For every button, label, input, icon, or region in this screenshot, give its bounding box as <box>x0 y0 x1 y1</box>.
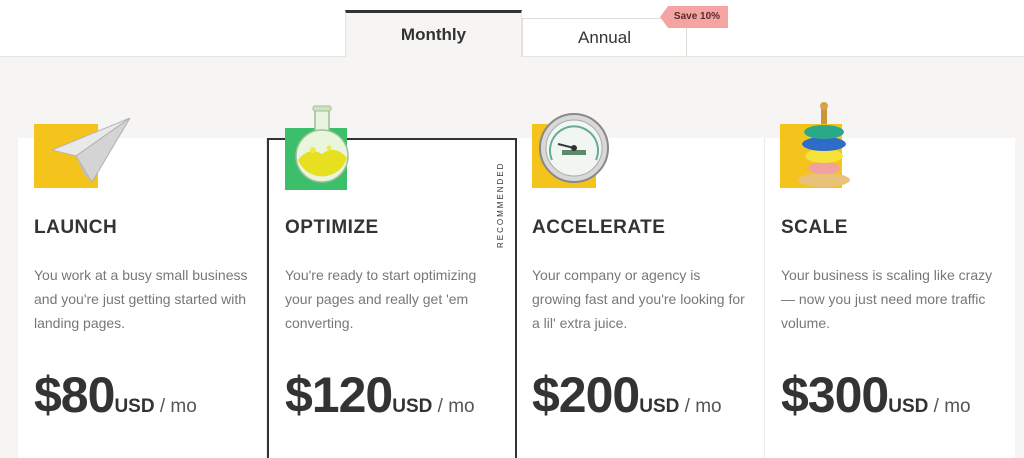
price-currency: USD <box>392 396 433 417</box>
price-currency: USD <box>888 396 929 417</box>
plan-title: ACCELERATE <box>532 217 666 238</box>
price-amount: $300 <box>781 367 889 423</box>
tab-monthly[interactable]: Monthly <box>345 10 522 57</box>
price-period: / mo <box>679 396 722 417</box>
speedometer-icon <box>532 110 616 190</box>
plan-title: LAUNCH <box>34 217 118 238</box>
plan-title: OPTIMIZE <box>285 217 379 238</box>
price-period: / mo <box>154 396 197 417</box>
save-badge: Save 10% <box>660 6 728 28</box>
flask-icon <box>285 104 365 192</box>
price-period: / mo <box>432 396 475 417</box>
plan-description: Your company or agency is growing fast a… <box>532 267 745 331</box>
plan-price: $120USD / mo <box>285 366 475 424</box>
plan-description: You work at a busy small business and yo… <box>34 267 248 331</box>
recommended-label: RECOMMENDED <box>496 161 505 248</box>
plan-title: SCALE <box>781 217 848 238</box>
plan-price: $200USD / mo <box>532 366 722 424</box>
plan-price: $300USD / mo <box>781 366 971 424</box>
price-amount: $80 <box>34 367 115 423</box>
plan-description: Your business is scaling like crazy— now… <box>781 267 993 331</box>
price-currency: USD <box>114 396 155 417</box>
stacking-rings-icon <box>780 100 860 190</box>
paper-plane-icon <box>34 117 134 190</box>
plan-description: You're ready to start optimizing your pa… <box>285 267 477 331</box>
price-period: / mo <box>928 396 971 417</box>
price-amount: $120 <box>285 367 393 423</box>
tab-annual[interactable]: Annual <box>522 18 687 56</box>
price-currency: USD <box>639 396 680 417</box>
price-amount: $200 <box>532 367 640 423</box>
plan-price: $80USD / mo <box>34 366 197 424</box>
